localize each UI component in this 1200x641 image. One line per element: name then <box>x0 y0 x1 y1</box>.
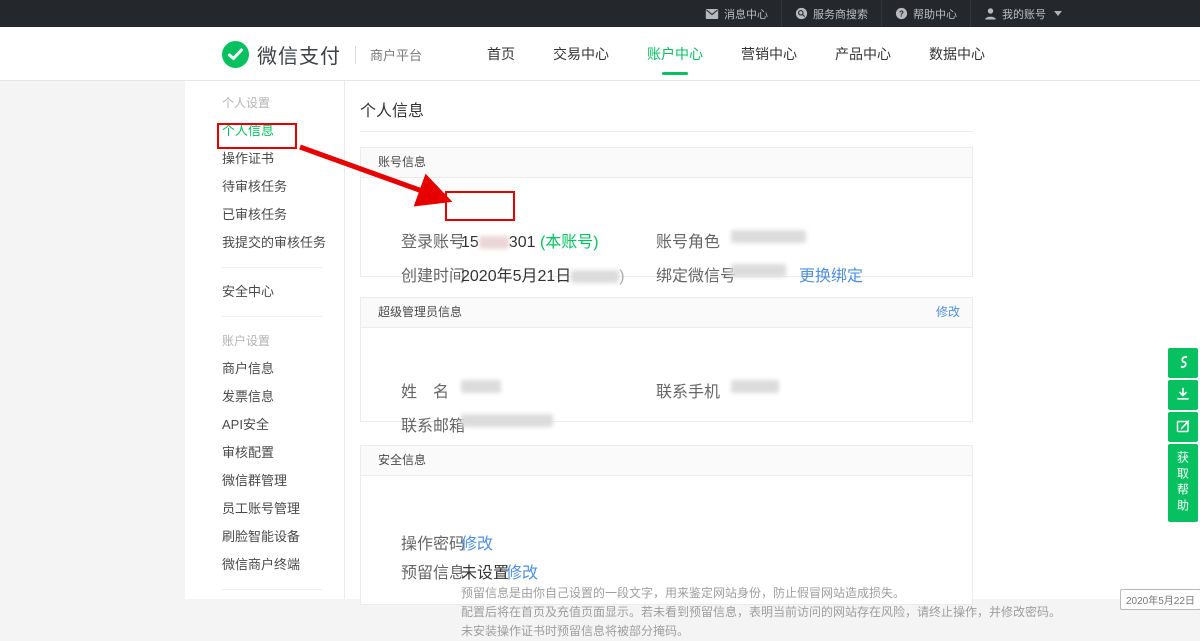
sidebar-item-operation-certificate[interactable]: 操作证书 <box>222 145 344 173</box>
title-divider <box>360 131 973 132</box>
sidebar-item-pending-review-tasks[interactable]: 待审核任务 <box>222 173 344 201</box>
reserved-info-modify-link[interactable]: 修改 <box>506 559 538 583</box>
floating-help-widget: 获取帮助 <box>1168 348 1198 522</box>
svg-text:?: ? <box>899 9 904 18</box>
top-utility-bar: 消息中心 服务商搜索 ? 帮助中心 我的账号 <box>0 0 1200 27</box>
super-admin-modify-link[interactable]: 修改 <box>936 298 960 327</box>
admin-phone-label: 联系手机 <box>656 378 720 402</box>
rebind-wechat-link[interactable]: 更换绑定 <box>799 262 863 286</box>
super-admin-section: 超级管理员信息 修改 姓 名 联系手机 联系邮箱 <box>360 297 973 422</box>
sidebar-divider <box>222 316 322 317</box>
login-account-label: 登录账号 <box>401 228 465 252</box>
login-account-value: 15301 (本账号) <box>461 228 599 252</box>
mail-icon <box>705 8 719 20</box>
sidebar-item-security-center[interactable]: 安全中心 <box>222 278 344 306</box>
redacted-admin-phone <box>731 380 779 393</box>
page-title: 个人信息 <box>360 97 424 121</box>
account-role-value <box>731 228 806 246</box>
brand-area: 微信支付 商户平台 <box>222 40 422 69</box>
reserved-info-status: 未设置 <box>461 559 509 583</box>
sidebar-item-review-config[interactable]: 审核配置 <box>222 439 344 467</box>
security-info-title: 安全信息 <box>378 446 426 475</box>
primary-navigation: 首页 交易中心 账户中心 营销中心 产品中心 数据中心 <box>487 27 985 81</box>
get-help-label: 获取帮助 <box>1175 451 1192 515</box>
help-center-label: 帮助中心 <box>913 6 957 22</box>
user-icon <box>984 7 997 20</box>
reserved-info-label: 预留信息 <box>401 559 465 583</box>
sidebar-item-reviewed-tasks[interactable]: 已审核任务 <box>222 201 344 229</box>
top-utility-items: 消息中心 服务商搜索 ? 帮助中心 我的账号 <box>692 0 1075 27</box>
bound-wechat-value <box>731 262 786 280</box>
message-center-label: 消息中心 <box>724 6 768 22</box>
help-center-button[interactable]: ? 帮助中心 <box>881 0 970 27</box>
nav-marketing-center[interactable]: 营销中心 <box>741 27 797 81</box>
super-admin-title: 超级管理员信息 <box>378 298 462 327</box>
sidebar-item-api-security[interactable]: API安全 <box>222 411 344 439</box>
sidebar-section-account-settings: 账户设置 <box>222 327 344 355</box>
question-icon: ? <box>895 7 908 20</box>
account-info-title: 账号信息 <box>378 148 426 177</box>
redacted-admin-name <box>461 380 501 393</box>
sidebar-item-my-submitted-review-tasks[interactable]: 我提交的审核任务 <box>222 229 344 257</box>
message-center-button[interactable]: 消息中心 <box>692 0 781 27</box>
redacted-admin-email <box>461 414 553 427</box>
sidebar-item-invoice-info[interactable]: 发票信息 <box>222 383 344 411</box>
admin-name-value <box>461 378 501 396</box>
sidebar: 个人设置 个人信息 操作证书 待审核任务 已审核任务 我提交的审核任务 安全中心… <box>185 81 345 599</box>
created-time-value: 2020年5月21日) <box>461 262 625 286</box>
date-tooltip: 2020年5月22日 <box>1120 589 1200 610</box>
my-account-label: 我的账号 <box>1002 6 1046 22</box>
admin-email-value <box>461 412 553 430</box>
nav-account-center[interactable]: 账户中心 <box>647 27 703 81</box>
download-icon <box>1175 386 1191 405</box>
sidebar-divider <box>222 589 322 590</box>
sidebar-item-personal-info[interactable]: 个人信息 <box>222 117 344 145</box>
sidebar-item-wechat-group-management[interactable]: 微信群管理 <box>222 467 344 495</box>
created-time-label: 创建时间 <box>401 262 465 286</box>
bound-wechat-label: 绑定微信号 <box>656 262 736 286</box>
chevron-down-icon <box>1054 11 1062 16</box>
portal-name: 商户平台 <box>370 45 422 64</box>
edit-icon <box>1175 418 1191 437</box>
admin-phone-value <box>731 378 779 396</box>
search-badge-icon <box>795 7 808 20</box>
nav-home[interactable]: 首页 <box>487 27 515 81</box>
admin-name-label: 姓 名 <box>401 378 449 402</box>
redacted-wechat-id <box>731 264 786 277</box>
nav-product-center[interactable]: 产品中心 <box>835 27 891 81</box>
brand-divider <box>355 46 356 64</box>
sidebar-divider <box>222 267 322 268</box>
redacted-role <box>731 230 806 243</box>
my-account-menu[interactable]: 我的账号 <box>970 0 1075 27</box>
operation-password-modify-link[interactable]: 修改 <box>461 530 493 554</box>
service-provider-search-label: 服务商搜索 <box>813 6 868 22</box>
link-button[interactable] <box>1168 348 1198 378</box>
sidebar-item-wechat-merchant-terminal[interactable]: 微信商户终端 <box>222 551 344 579</box>
main-header: 微信支付 商户平台 首页 交易中心 账户中心 营销中心 产品中心 数据中心 <box>0 27 1200 81</box>
reserved-info-help-text: 预留信息是由你自己设置的一段文字，用来鉴定网站身份，防止假冒网站造成损失。 配置… <box>461 584 1061 641</box>
content-wrapper: 个人设置 个人信息 操作证书 待审核任务 已审核任务 我提交的审核任务 安全中心… <box>185 81 1200 599</box>
account-info-section: 账号信息 登录账号 15301 (本账号) 账号角色 创建时间 2020年5月2… <box>360 147 973 277</box>
sidebar-section-personal-settings: 个人设置 <box>222 89 344 117</box>
feedback-edit-button[interactable] <box>1168 412 1198 442</box>
account-role-label: 账号角色 <box>656 228 720 252</box>
download-button[interactable] <box>1168 380 1198 410</box>
redacted-created-time <box>571 270 619 283</box>
get-help-button[interactable]: 获取帮助 <box>1168 444 1198 522</box>
nav-data-center[interactable]: 数据中心 <box>929 27 985 81</box>
security-info-section: 安全信息 操作密码 修改 预留信息 未设置 修改 预留信息是由你自己设置的一段文… <box>360 445 973 605</box>
service-provider-search-button[interactable]: 服务商搜索 <box>781 0 881 27</box>
link-icon <box>1175 354 1191 373</box>
nav-transaction-center[interactable]: 交易中心 <box>553 27 609 81</box>
sidebar-item-merchant-info[interactable]: 商户信息 <box>222 355 344 383</box>
sidebar-item-face-payment-devices[interactable]: 刷脸智能设备 <box>222 523 344 551</box>
wechat-pay-logo-icon <box>222 41 249 68</box>
self-account-note: (本账号) <box>540 234 599 251</box>
operation-password-label: 操作密码 <box>401 530 465 554</box>
sidebar-item-staff-account-management[interactable]: 员工账号管理 <box>222 495 344 523</box>
admin-email-label: 联系邮箱 <box>401 412 465 436</box>
brand-name: 微信支付 <box>257 40 341 69</box>
redacted-login-middle <box>479 236 509 249</box>
main-content: 个人信息 账号信息 登录账号 15301 (本账号) 账号角色 创建时间 202… <box>360 81 973 599</box>
